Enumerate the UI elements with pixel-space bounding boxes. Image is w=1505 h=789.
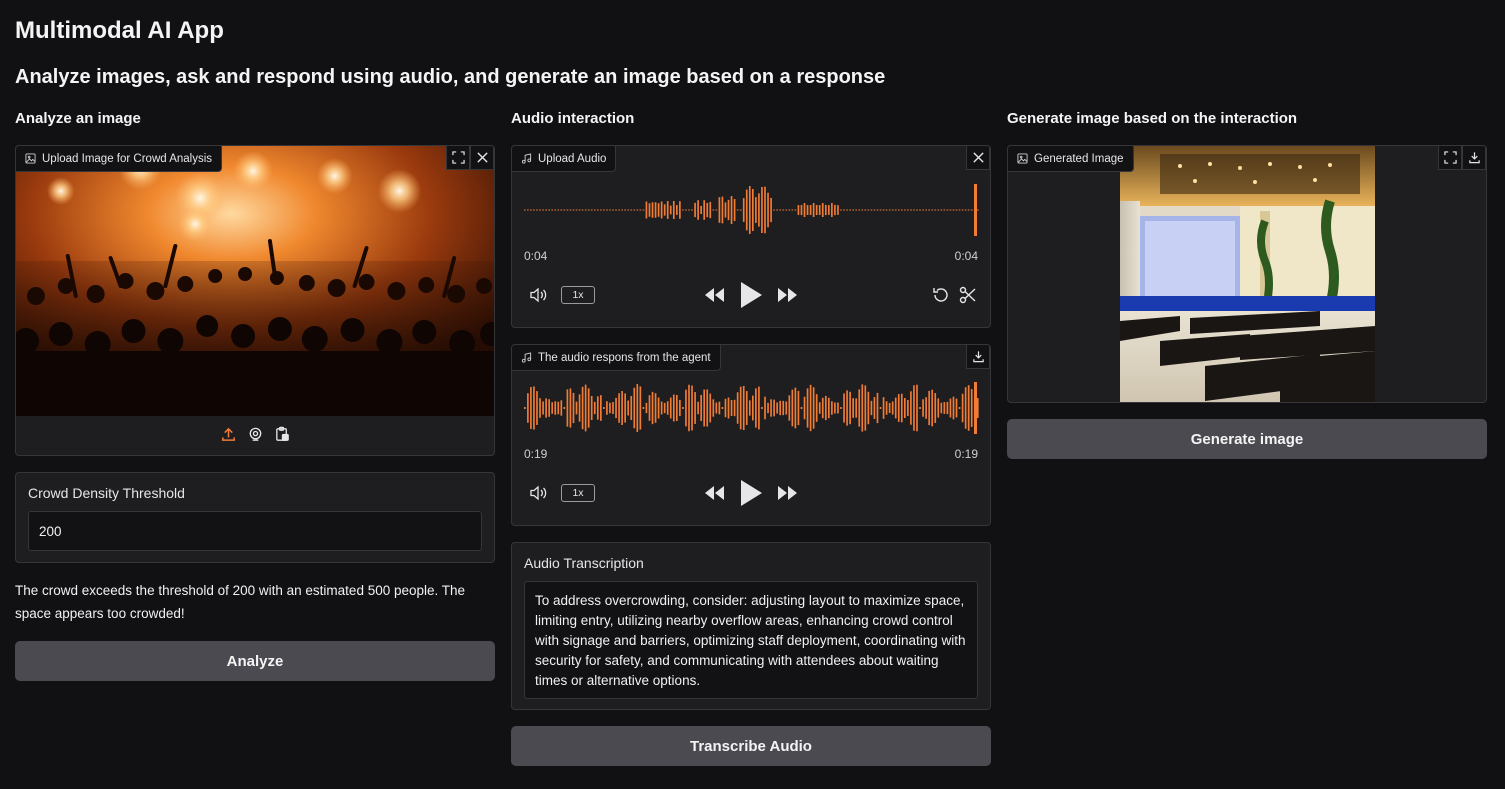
upload-audio-time-current: 0:04 [524, 249, 548, 263]
play-icon [741, 282, 762, 308]
undo-button[interactable] [930, 284, 952, 306]
response-audio-time-current: 0:19 [524, 447, 548, 461]
clear-audio-button[interactable] [966, 146, 990, 170]
response-audio-time-total: 0:19 [954, 447, 978, 461]
scissors-icon [959, 286, 976, 304]
play-button[interactable] [738, 282, 764, 308]
response-audio-label: The audio respons from the agent [512, 345, 721, 371]
image-icon [25, 153, 36, 164]
playback-speed-button[interactable]: 1x [561, 286, 595, 304]
analyze-column-title: Analyze an image [15, 110, 141, 127]
fullscreen-button[interactable] [446, 146, 470, 170]
image-upload-label-text: Upload Image for Crowd Analysis [42, 152, 213, 165]
upload-audio-waveform[interactable] [524, 180, 980, 240]
undo-icon [933, 288, 948, 302]
close-icon [476, 152, 488, 163]
playback-speed-button[interactable]: 1x [561, 484, 595, 502]
upload-audio-time-total: 0:04 [954, 249, 978, 263]
upload-audio-label-text: Upload Audio [538, 152, 607, 165]
app-title: Multimodal AI App [15, 17, 224, 44]
upload-audio-label: Upload Audio [512, 146, 617, 172]
rewind-icon [705, 486, 724, 500]
threshold-input[interactable]: 200 [28, 511, 482, 551]
generated-image-label: Generated Image [1008, 146, 1134, 172]
fast-forward-button[interactable] [776, 285, 800, 305]
upload-audio-panel[interactable]: Upload Audio 0:04 0:04 1x [511, 145, 991, 328]
image-icon [1017, 153, 1028, 164]
response-audio-waveform[interactable] [524, 378, 980, 438]
image-source-toolbar [16, 426, 494, 443]
transcribe-audio-button[interactable]: Transcribe Audio [511, 726, 991, 766]
volume-button[interactable] [528, 284, 550, 306]
audio-column-title: Audio interaction [511, 110, 635, 127]
fullscreen-icon [1443, 151, 1457, 164]
clipboard-icon[interactable] [274, 426, 291, 443]
generated-image-panel: Generated Image [1007, 145, 1487, 403]
generated-hall-image [1120, 146, 1375, 402]
clear-image-button[interactable] [470, 146, 494, 170]
fullscreen-icon [451, 151, 465, 164]
transcription-panel: Audio Transcription To address overcrowd… [511, 542, 991, 710]
threshold-label: Crowd Density Threshold [28, 485, 185, 501]
fast-forward-icon [778, 486, 797, 500]
image-upload-panel[interactable]: Upload Image for Crowd Analysis [15, 145, 495, 456]
rewind-button[interactable] [702, 483, 726, 503]
rewind-button[interactable] [702, 285, 726, 305]
download-icon [1468, 152, 1480, 164]
music-icon [521, 352, 532, 363]
volume-icon [530, 287, 547, 303]
generated-image-label-text: Generated Image [1034, 152, 1124, 165]
fullscreen-button[interactable] [1438, 146, 1462, 170]
crowd-photo [16, 146, 494, 416]
download-audio-button[interactable] [966, 345, 990, 369]
volume-button[interactable] [528, 482, 550, 504]
response-audio-controls: 1x [512, 479, 990, 507]
analyze-button[interactable]: Analyze [15, 641, 495, 681]
rewind-icon [705, 288, 724, 302]
upload-icon[interactable] [220, 426, 237, 443]
volume-icon [530, 485, 547, 501]
app-subtitle: Analyze images, ask and respond using au… [15, 66, 886, 88]
threshold-panel: Crowd Density Threshold 200 [15, 472, 495, 563]
image-upload-label: Upload Image for Crowd Analysis [16, 146, 223, 172]
response-audio-label-text: The audio respons from the agent [538, 351, 711, 364]
response-audio-panel[interactable]: The audio respons from the agent 0:19 0:… [511, 344, 991, 526]
play-button[interactable] [738, 480, 764, 506]
generate-image-button[interactable]: Generate image [1007, 419, 1487, 459]
analysis-result-text: The crowd exceeds the threshold of 200 w… [15, 583, 466, 621]
transcription-label: Audio Transcription [524, 555, 644, 571]
play-icon [741, 480, 762, 506]
transcription-textarea[interactable]: To address overcrowding, consider: adjus… [524, 581, 978, 699]
trim-button[interactable] [957, 284, 979, 306]
webcam-icon[interactable] [247, 426, 264, 443]
music-icon [521, 153, 532, 164]
fast-forward-icon [778, 288, 797, 302]
download-image-button[interactable] [1462, 146, 1486, 170]
fast-forward-button[interactable] [776, 483, 800, 503]
download-icon [972, 351, 984, 363]
generate-column-title: Generate image based on the interaction [1007, 110, 1298, 127]
upload-audio-controls: 1x [512, 281, 990, 309]
close-icon [972, 152, 984, 163]
